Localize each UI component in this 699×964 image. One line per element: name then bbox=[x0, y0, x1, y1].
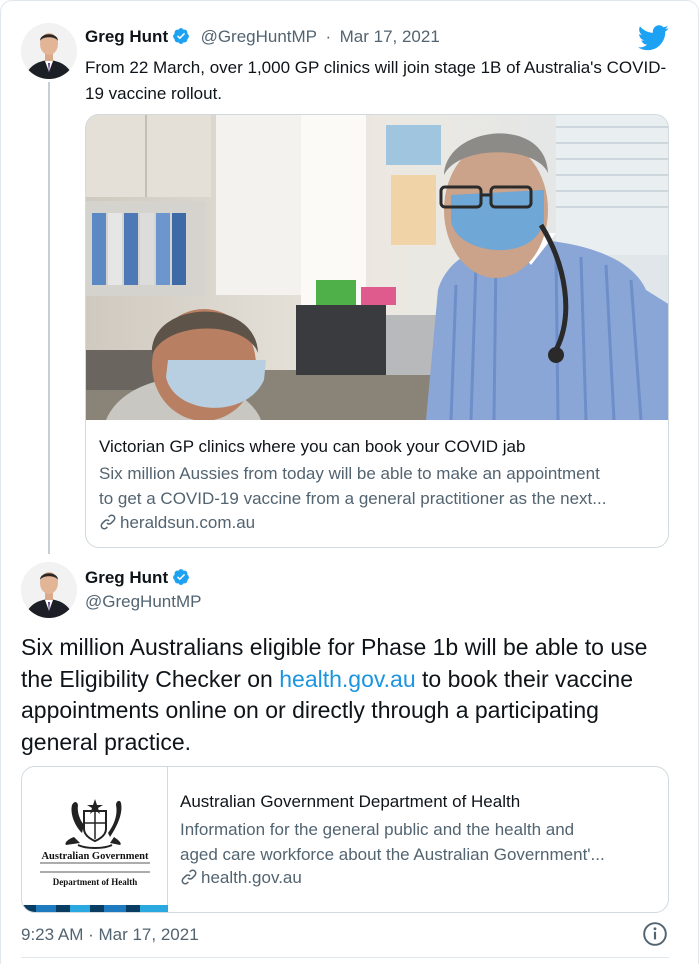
link-preview-card[interactable]: Victorian GP clinics where you can book … bbox=[85, 114, 669, 548]
verified-badge-icon bbox=[172, 568, 190, 591]
tweet-text: Six million Australians eligible for Pha… bbox=[21, 632, 681, 758]
card-description-line: Six million Aussies from today will be a… bbox=[99, 464, 600, 483]
card-description-line: Information for the general public and t… bbox=[180, 820, 575, 839]
info-icon[interactable] bbox=[642, 921, 668, 952]
tweet-text: From 22 March, over 1,000 GP clinics wil… bbox=[85, 58, 667, 103]
logo-line1: Australian Government bbox=[41, 851, 149, 862]
card-domain-text: heraldsun.com.au bbox=[120, 513, 256, 532]
link-icon bbox=[181, 869, 197, 885]
card-domain-text: health.gov.au bbox=[201, 868, 302, 887]
card-domain[interactable]: heraldsun.com.au bbox=[99, 513, 255, 533]
card-title: Victorian GP clinics where you can book … bbox=[99, 437, 526, 456]
avatar-portrait-image bbox=[21, 23, 77, 79]
article-photo bbox=[86, 115, 668, 420]
card-title: Australian Government Department of Heal… bbox=[180, 792, 521, 811]
author-handle[interactable]: @GregHuntMP bbox=[85, 592, 201, 612]
tweet-link[interactable]: health.gov.au bbox=[279, 666, 415, 692]
logo-line2: Department of Health bbox=[53, 877, 137, 887]
divider bbox=[21, 957, 669, 958]
avatar[interactable] bbox=[21, 562, 77, 618]
avatar-portrait-image bbox=[21, 562, 77, 618]
card-description: Six million Aussies from today will be a… bbox=[99, 461, 664, 511]
card-description: Information for the general public and t… bbox=[180, 817, 660, 867]
author-name[interactable]: Greg Hunt bbox=[85, 568, 168, 587]
link-icon bbox=[100, 514, 116, 530]
card-domain[interactable]: health.gov.au bbox=[180, 868, 302, 888]
tweet-header: Greg Hunt @GregHuntMP · Mar 17, 2021 bbox=[85, 27, 440, 50]
twitter-bird-icon[interactable] bbox=[637, 25, 669, 56]
separator-dot: · bbox=[325, 27, 332, 46]
author-handle[interactable]: @GregHuntMP bbox=[201, 27, 317, 46]
author-name[interactable]: Greg Hunt bbox=[85, 27, 168, 46]
link-preview-card[interactable]: Australian Government Department of Heal… bbox=[21, 766, 669, 913]
tweet-date[interactable]: Mar 17, 2021 bbox=[340, 27, 440, 46]
tweet-header: Greg Hunt bbox=[85, 568, 190, 591]
coat-of-arms-logo: Australian Government Department of Heal… bbox=[22, 799, 168, 912]
tweet-timestamp[interactable]: 9:23 AM · Mar 17, 2021 bbox=[21, 925, 199, 945]
thread-connector-line bbox=[48, 82, 50, 554]
card-description-line: to get a COVID-19 vaccine from a general… bbox=[99, 489, 607, 508]
verified-badge-icon bbox=[172, 27, 190, 50]
card-logo: Australian Government Department of Heal… bbox=[22, 767, 168, 912]
card-description-line: aged care workforce about the Australian… bbox=[180, 845, 605, 864]
avatar[interactable] bbox=[21, 23, 77, 79]
